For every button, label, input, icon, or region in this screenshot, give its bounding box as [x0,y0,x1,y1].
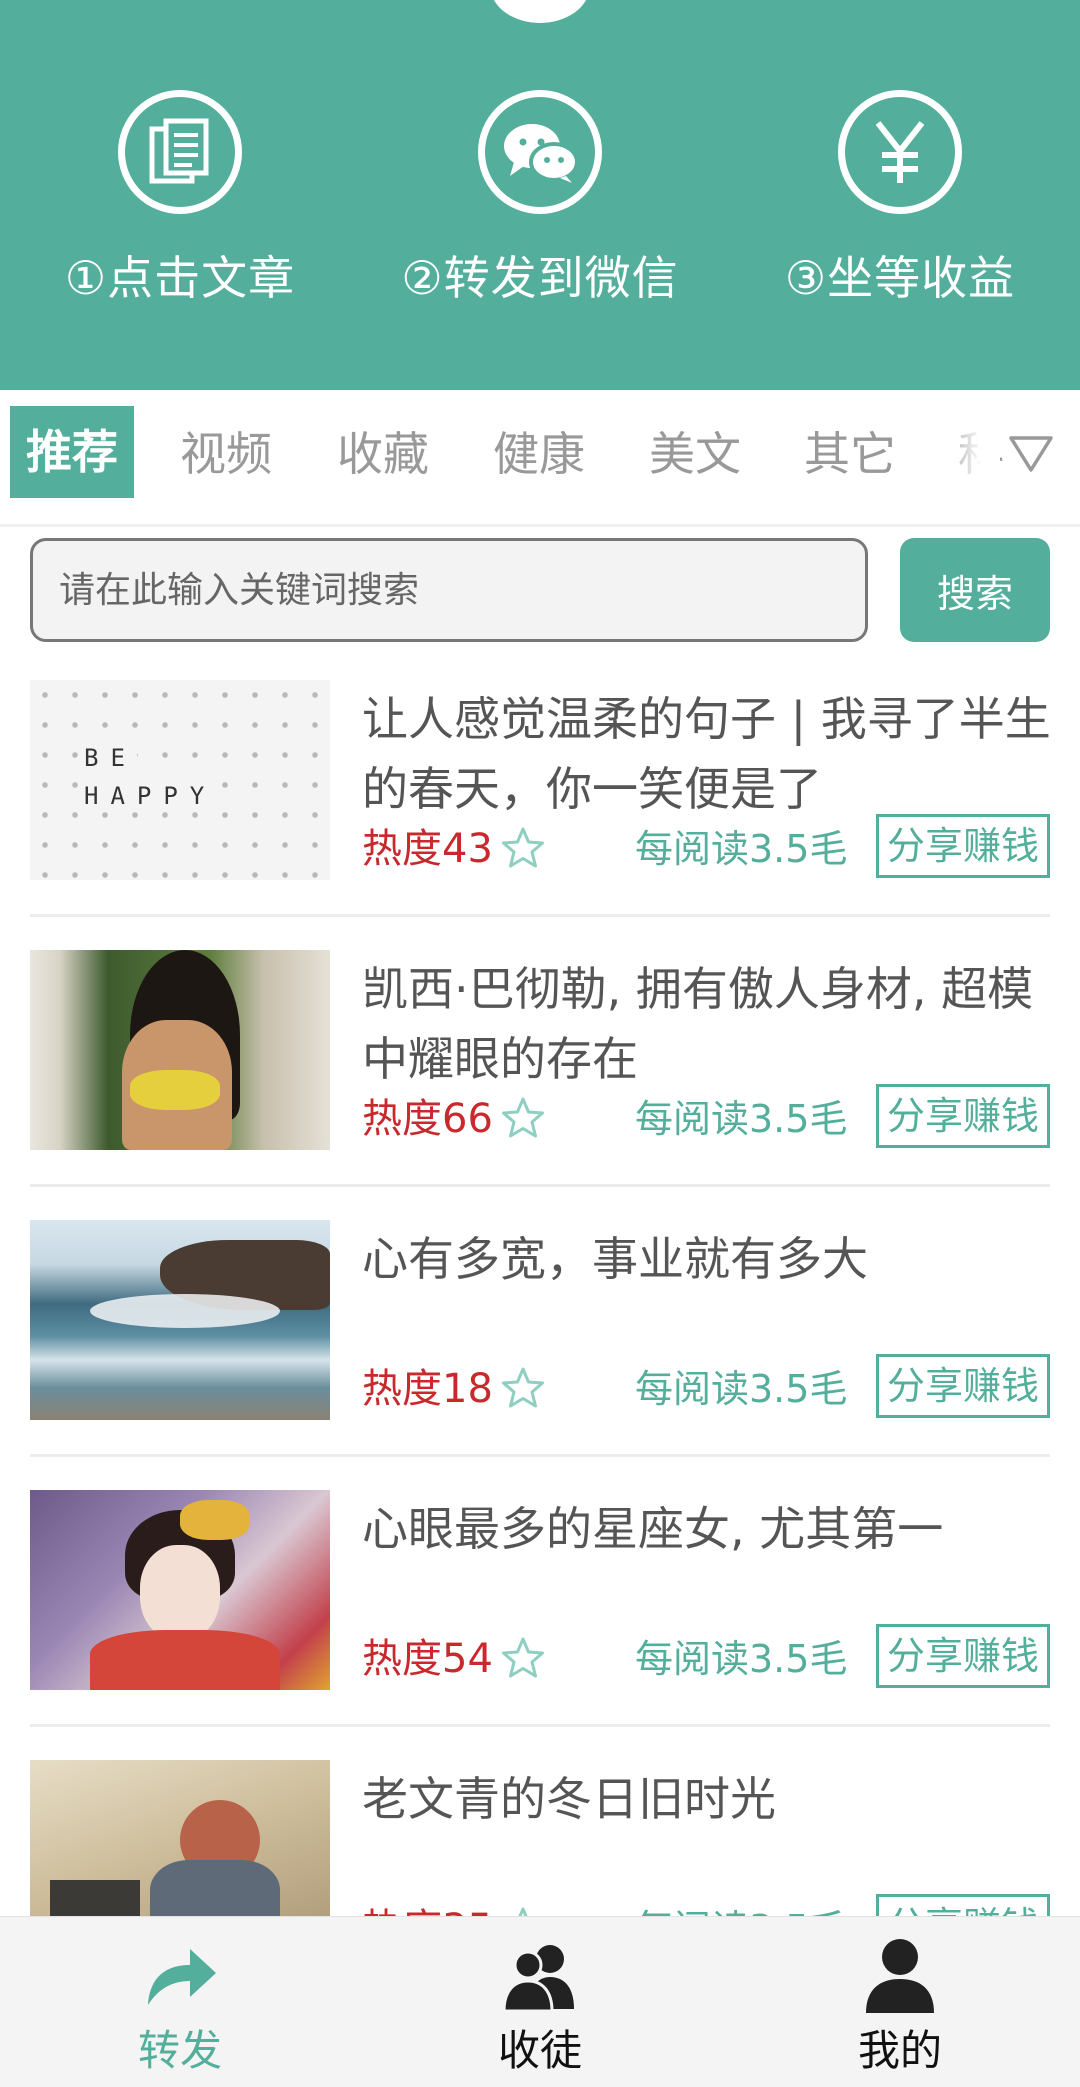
share-earn-button[interactable]: 分享赚钱 [876,814,1050,878]
reward-rate: 每阅读3.5毛 [635,1637,848,1681]
tab-fade [940,404,1000,504]
heat-count: 热度43 [362,826,493,872]
heat-count: 热度18 [362,1366,493,1412]
tab-recommend[interactable]: 推荐 [10,406,134,498]
article-thumbnail [30,1220,330,1420]
star-icon[interactable] [500,826,546,874]
category-tabs: 推荐 视频 收藏 健康 美文 其它 科 [0,392,1080,527]
step-forward-wechat: ②转发到微信 [360,90,720,308]
article-item[interactable]: 心眼最多的星座女, 尤其第一 热度54 每阅读3.5毛 分享赚钱 [30,1490,1050,1690]
reward-rate: 每阅读3.5毛 [635,1097,848,1141]
top-handle [490,0,590,23]
search-button[interactable]: 搜索 [900,538,1050,642]
document-icon [118,90,242,214]
share-earn-button[interactable]: 分享赚钱 [876,1084,1050,1148]
article-thumbnail [30,1490,330,1690]
star-icon[interactable] [500,1636,546,1684]
article-title[interactable]: 让人感觉温柔的句子 | 我寻了半生的春天，你一笑便是了 [362,684,1062,824]
nav-recruit[interactable]: 收徒 [360,1917,720,2087]
nav-mine[interactable]: 我的 [720,1917,1080,2087]
tab-favorites[interactable]: 收藏 [337,404,429,504]
article-item[interactable]: BE HAPPY 让人感觉温柔的句子 | 我寻了半生的春天，你一笑便是了 热度4… [30,680,1051,880]
article-title[interactable]: 心眼最多的星座女, 尤其第一 [362,1494,1062,1564]
heat-count: 热度54 [362,1636,493,1682]
article-title[interactable]: 心有多宽，事业就有多大 [362,1224,1062,1294]
search-input[interactable] [30,538,868,642]
nav-forward[interactable]: 转发 [0,1917,360,2087]
heat-count: 热度66 [362,1096,493,1142]
step-click-article: ①点击文章 [0,90,360,308]
article-title[interactable]: 凯西·巴彻勒, 拥有傲人身材, 超模中耀眼的存在 [362,954,1062,1094]
person-icon [860,1935,940,2015]
chevron-down-icon[interactable] [1000,416,1062,492]
thumb-text-line: HAPPY [84,782,217,810]
bottom-nav: 转发 收徒 我的 [0,1916,1080,2087]
share-earn-button[interactable]: 分享赚钱 [876,1354,1050,1418]
article-item[interactable]: 凯西·巴彻勒, 拥有傲人身材, 超模中耀眼的存在 热度66 每阅读3.5毛 分享… [30,950,1050,1150]
divider [30,1454,1050,1457]
yen-icon [838,90,962,214]
divider [30,914,1050,917]
reward-rate: 每阅读3.5毛 [635,827,848,871]
step-label: ①点击文章 [64,251,296,305]
article-thumbnail [30,950,330,1150]
divider [30,1184,1050,1187]
header-banner: ①点击文章 ②转发到微信 ③坐等收益 [0,0,1080,390]
step-wait-income: ③坐等收益 [720,90,1080,308]
users-icon [500,1935,580,2015]
tab-other[interactable]: 其它 [804,404,896,504]
reward-rate: 每阅读3.5毛 [635,1367,848,1411]
step-label: ②转发到微信 [401,251,679,305]
divider [30,1724,1050,1727]
share-arrow-icon [140,1935,220,2015]
star-icon[interactable] [500,1366,546,1414]
tab-health[interactable]: 健康 [493,404,585,504]
article-title[interactable]: 老文青的冬日旧时光 [362,1764,1062,1834]
article-thumbnail: BE HAPPY [30,680,330,880]
nav-label: 收徒 [497,2026,582,2075]
share-earn-button[interactable]: 分享赚钱 [876,1624,1050,1688]
thumb-text-line: BE [84,744,137,772]
tab-video[interactable]: 视频 [180,404,272,504]
nav-label: 转发 [137,2026,222,2075]
star-icon[interactable] [500,1096,546,1144]
article-item[interactable]: 心有多宽，事业就有多大 热度18 每阅读3.5毛 分享赚钱 [30,1220,1050,1420]
wechat-icon [478,90,602,214]
nav-label: 我的 [857,2026,942,2075]
step-label: ③坐等收益 [784,251,1016,305]
tab-essays[interactable]: 美文 [649,404,741,504]
